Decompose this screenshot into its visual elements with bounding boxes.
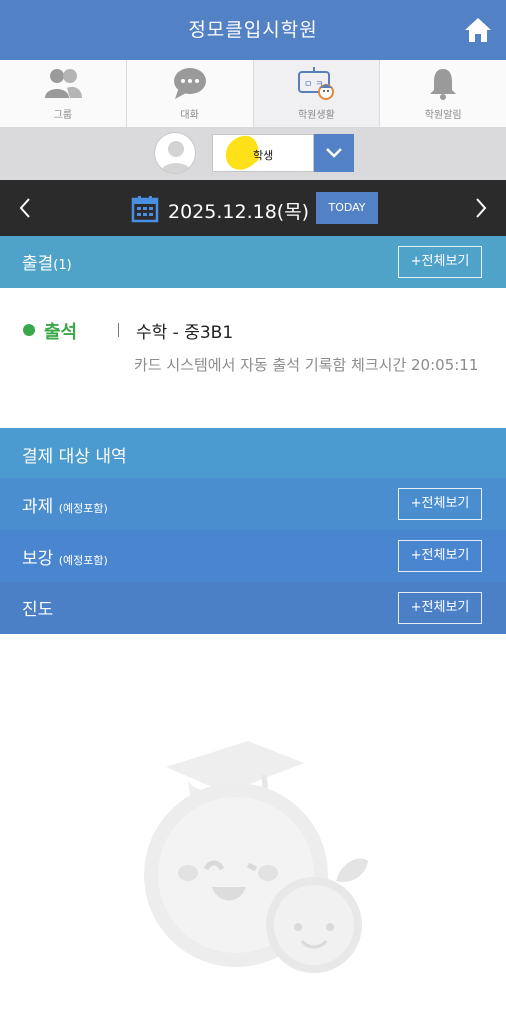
user-silhouette-icon	[160, 141, 192, 173]
homework-section-header: 과제 (예정포함) +전체보기	[0, 478, 506, 530]
progress-section-header: 진도 +전체보기	[0, 582, 506, 634]
makeup-view-all-button[interactable]: +전체보기	[398, 540, 482, 572]
bell-icon	[430, 69, 457, 100]
attendance-message: 카드 시스템에서 자동 출석 기록함 체크시간 20:05:11	[134, 356, 479, 374]
chevron-left-icon[interactable]	[14, 196, 38, 220]
chat-icon	[173, 68, 206, 99]
tab-academy-life[interactable]: ㅁ ㅋ 학원생활	[253, 60, 381, 127]
divider	[118, 323, 119, 337]
tab-chat-label: 대화	[180, 110, 199, 121]
homework-view-all-button[interactable]: +전체보기	[398, 488, 482, 520]
chevron-down-icon	[326, 148, 342, 158]
progress-view-all-button[interactable]: +전체보기	[398, 592, 482, 624]
present-status-dot	[23, 324, 35, 336]
student-select[interactable]: 학생	[212, 132, 314, 174]
tab-academy-life-label: 학원생활	[297, 110, 335, 121]
student-select-dropdown-button[interactable]	[314, 134, 354, 172]
attendance-view-all-button[interactable]: +전체보기	[398, 246, 482, 278]
tab-academy-notice[interactable]: 학원알림	[380, 60, 506, 127]
attendance-status: 출석	[44, 322, 78, 343]
payment-section-title: 결제 대상 내역	[22, 447, 127, 467]
tab-group-label: 그룹	[53, 110, 73, 121]
student-name: 학생	[253, 149, 274, 162]
group-icon	[44, 69, 82, 98]
tab-chat[interactable]: 대화	[127, 60, 254, 127]
class-name: 수학 - 중3B1	[136, 323, 234, 343]
main-tab-bar: 그룹 대화 ㅁ ㅋ 학원생활 학원알림	[0, 60, 506, 128]
payment-section-header[interactable]: 결제 대상 내역	[0, 428, 506, 478]
current-date: 2025.12.18(목)	[168, 201, 310, 223]
attendance-section-header: 출결(1) +전체보기	[0, 236, 506, 288]
calendar-icon[interactable]	[131, 195, 159, 223]
tab-group[interactable]: 그룹	[0, 60, 127, 127]
app-header: 정모클입시학원	[0, 0, 506, 60]
attendance-record: 출석 수학 - 중3B1 카드 시스템에서 자동 출석 기록함 체크시간 20:…	[0, 288, 506, 428]
attendance-section-title: 출결(1)	[22, 254, 72, 274]
date-navigation-bar: 2025.12.18(목) TODAY	[0, 180, 506, 236]
home-icon[interactable]	[464, 16, 492, 44]
today-button[interactable]: TODAY	[316, 192, 378, 224]
progress-section-title: 진도	[22, 600, 54, 620]
avatar	[154, 132, 196, 174]
tab-academy-notice-label: 학원알림	[424, 110, 462, 121]
student-selector-bar: 학생	[0, 128, 506, 180]
makeup-section-header: 보강 (예정포함) +전체보기	[0, 530, 506, 582]
makeup-section-title: 보강 (예정포함)	[22, 549, 108, 569]
empty-state-mascot-illustration	[144, 741, 368, 973]
homework-section-title: 과제 (예정포함)	[22, 497, 108, 517]
app-title: 정모클입시학원	[188, 19, 318, 41]
chevron-right-icon[interactable]	[468, 196, 492, 220]
academy-life-icon: ㅁ ㅋ	[298, 67, 335, 100]
